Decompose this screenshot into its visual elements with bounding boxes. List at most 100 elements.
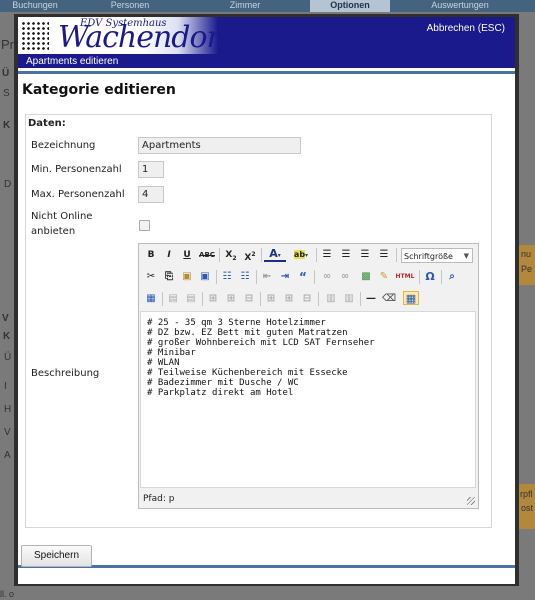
cut-icon[interactable]: ✂ xyxy=(144,269,158,285)
link-icon[interactable]: ∞ xyxy=(320,269,334,285)
align-center-icon[interactable]: ☰ xyxy=(339,247,353,263)
html-source-icon[interactable]: HTML xyxy=(395,269,415,285)
tab-zimmer[interactable]: Zimmer xyxy=(215,0,275,12)
table-cell-props-icon[interactable]: ▤ xyxy=(184,291,198,307)
tab-optionen[interactable]: Optionen xyxy=(310,0,390,12)
resize-grip-icon[interactable] xyxy=(467,497,475,505)
align-left-icon[interactable]: ☰ xyxy=(320,247,334,263)
toolbar-separator xyxy=(441,270,442,284)
insert-table-icon[interactable]: ▦ xyxy=(144,291,158,307)
editor-content-area[interactable]: # 25 - 35 qm 3 Sterne Hotelzimmer # DZ b… xyxy=(140,311,476,488)
special-char-icon[interactable]: Ω xyxy=(423,269,437,285)
split-cells-icon[interactable]: ▥ xyxy=(324,291,338,307)
description-line: # Parkplatz direkt am Hotel xyxy=(147,388,294,398)
superscript-icon[interactable]: X2 xyxy=(242,247,258,263)
save-button[interactable]: Speichern xyxy=(21,545,92,567)
strikethrough-icon[interactable]: ABC xyxy=(198,247,216,263)
toolbar-separator xyxy=(318,292,319,306)
find-replace-icon[interactable]: ⌕ xyxy=(445,269,459,285)
header-divider xyxy=(18,71,515,74)
name-input[interactable]: Apartments xyxy=(138,137,301,154)
font-color-icon[interactable]: A▾ xyxy=(264,247,286,262)
copy-icon[interactable]: ⎘ xyxy=(162,269,176,285)
background-text-fragment: V xyxy=(4,427,11,438)
table-row-props-icon[interactable]: ▤ xyxy=(166,291,180,307)
max-persons-label: Max. Personenzahl xyxy=(31,189,125,200)
name-label: Bezeichnung xyxy=(31,140,96,151)
edit-category-modal: EDV Systemhaus Wachendorf Abbrechen (ESC… xyxy=(14,14,519,586)
outdent-icon[interactable]: ⇤ xyxy=(260,269,274,285)
description-line: # DZ bzw. EZ Bett mit guten Matratzen xyxy=(147,328,348,338)
toolbar-separator xyxy=(396,248,397,262)
description-line: # Minibar xyxy=(147,348,196,358)
paste-word-icon[interactable]: ▣ xyxy=(198,269,212,285)
company-logo: EDV Systemhaus Wachendorf xyxy=(18,17,231,55)
max-persons-input[interactable]: 4 xyxy=(138,186,164,203)
delete-col-icon[interactable]: ⊟ xyxy=(300,291,314,307)
toolbar-separator xyxy=(419,270,420,284)
cleanup-icon[interactable]: ✎ xyxy=(377,269,391,285)
page-title: Kategorie editieren xyxy=(22,82,176,98)
align-right-icon[interactable]: ☰ xyxy=(358,247,372,263)
cancel-button[interactable]: Abbrechen (ESC) xyxy=(427,23,505,34)
insert-row-before-icon[interactable]: ⊞ xyxy=(206,291,220,307)
remove-format-icon[interactable]: ⌫ xyxy=(382,291,396,307)
background-text-fragment: A xyxy=(4,450,11,461)
not-online-checkbox[interactable] xyxy=(139,220,150,231)
min-persons-input[interactable]: 1 xyxy=(138,161,164,178)
paste-icon[interactable]: ▣ xyxy=(180,269,194,285)
tab-buchungen[interactable]: Buchungen xyxy=(0,0,70,12)
insert-col-before-icon[interactable]: ⊞ xyxy=(264,291,278,307)
italic-icon[interactable]: I xyxy=(162,247,176,263)
insert-row-after-icon[interactable]: ⊞ xyxy=(224,291,238,307)
image-icon[interactable]: ▩ xyxy=(359,269,373,285)
insert-col-after-icon[interactable]: ⊞ xyxy=(282,291,296,307)
toolbar-separator xyxy=(162,292,163,306)
min-persons-label: Min. Personenzahl xyxy=(31,164,122,175)
tab-auswertungen[interactable]: Auswertungen xyxy=(420,0,500,12)
background-text-fragment: H xyxy=(4,404,12,415)
description-line: # Badezimmer mit Dusche / WC xyxy=(147,378,299,388)
description-line: # großer Wohnbereich mit LCD SAT Fernseh… xyxy=(147,338,375,348)
fieldset-legend: Daten: xyxy=(28,118,66,129)
description-line: # 25 - 35 qm 3 Sterne Hotelzimmer xyxy=(147,318,326,328)
background-text-fragment: nu xyxy=(521,249,532,259)
rich-text-editor: B I U ABC X2 X2 A▾ ab▾ ☰ ☰ ☰ ☰ Schriftgr… xyxy=(138,243,479,509)
highlight-color-icon[interactable]: ab▾ xyxy=(289,247,313,263)
description-label: Beschreibung xyxy=(31,368,100,379)
font-size-select[interactable]: Schriftgröße ▼ xyxy=(401,248,473,263)
blockquote-icon[interactable]: “ xyxy=(296,269,310,285)
unlink-icon[interactable]: ∞ xyxy=(338,269,352,285)
editor-toolbar-row-1: B I U ABC X2 X2 A▾ ab▾ ☰ ☰ ☰ ☰ Schriftgr… xyxy=(139,245,478,265)
logo-dot-grid-icon xyxy=(21,21,49,52)
logo-wordmark: Wachendorf xyxy=(58,20,231,55)
toolbar-separator xyxy=(260,292,261,306)
bullet-list-icon[interactable]: ☷ xyxy=(220,269,234,285)
delete-row-icon[interactable]: ⊟ xyxy=(242,291,256,307)
background-text-fragment: Pe xyxy=(521,264,533,274)
description-line: # WLAN xyxy=(147,358,180,368)
not-online-label: Nicht Online xyxy=(31,211,93,222)
background-text-fragment: Ü xyxy=(4,352,12,363)
visual-aid-icon[interactable]: ▦ xyxy=(403,291,419,305)
description-line: # Teilweise Küchenbereich mit Essecke xyxy=(147,368,348,378)
font-size-label: Schriftgröße xyxy=(404,252,453,261)
subscript-icon[interactable]: X2 xyxy=(223,247,239,263)
bold-icon[interactable]: B xyxy=(144,247,158,263)
merge-cells-icon[interactable]: ▥ xyxy=(342,291,356,307)
background-text-fragment: rpfl xyxy=(520,489,533,499)
toolbar-separator xyxy=(219,248,220,262)
horizontal-rule-icon[interactable]: — xyxy=(364,291,378,307)
toolbar-separator xyxy=(360,292,361,306)
background-tab-bar: Buchungen Personen Zimmer Optionen Auswe… xyxy=(0,0,535,12)
toolbar-separator xyxy=(216,270,217,284)
modal-header: EDV Systemhaus Wachendorf Abbrechen (ESC… xyxy=(18,17,515,68)
underline-icon[interactable]: U xyxy=(180,247,194,263)
background-text-fragment: V xyxy=(2,313,9,324)
background-text-fragment: S xyxy=(3,88,10,99)
numbered-list-icon[interactable]: ☷ xyxy=(238,269,252,285)
justify-icon[interactable]: ☰ xyxy=(377,247,391,263)
toolbar-separator xyxy=(256,270,257,284)
indent-icon[interactable]: ⇥ xyxy=(278,269,292,285)
tab-personen[interactable]: Personen xyxy=(100,0,160,12)
